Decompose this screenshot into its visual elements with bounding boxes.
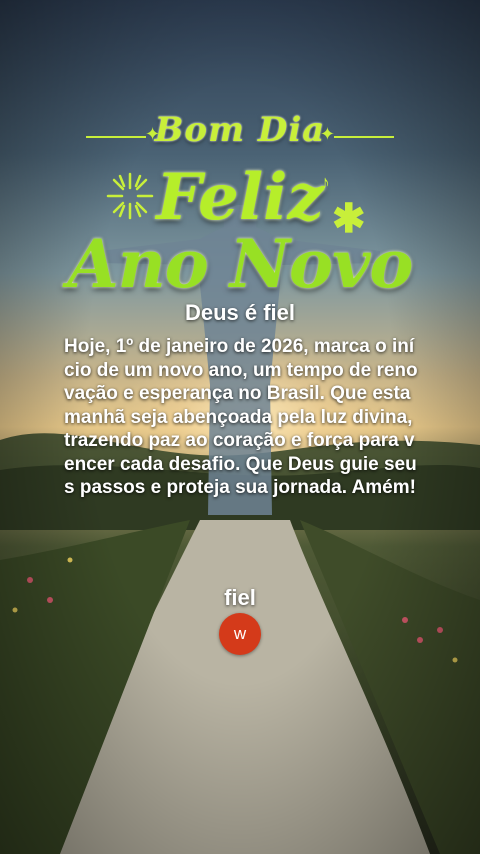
bom-dia-text: Bom Dia (154, 110, 326, 150)
sparkle-icon: ✦ (319, 124, 335, 144)
bom-dia-row: ✦ Bom Dia ✦ (0, 110, 480, 158)
author-name: fiel (224, 585, 256, 610)
avatar[interactable]: w (219, 613, 261, 655)
subtitle-deus-e-fiel: Deus é fiel (184, 300, 296, 325)
ano-novo-text: Ano Novo (67, 225, 414, 303)
greeting-header: ✦ Bom Dia ✦ (0, 110, 480, 158)
greeting-card: ✦ Bom Dia ✦ ♪ ✱ Feliz Ano Novo Deus é fi… (0, 0, 480, 854)
decorative-line-right (334, 136, 394, 138)
feliz-text: Feliz (156, 160, 324, 235)
decorative-line-left (86, 136, 146, 138)
sparkle-icon: ✦ (145, 124, 161, 144)
blessing-message: Hoje, 1º de janeiro de 2026, marca o iní… (64, 336, 418, 498)
